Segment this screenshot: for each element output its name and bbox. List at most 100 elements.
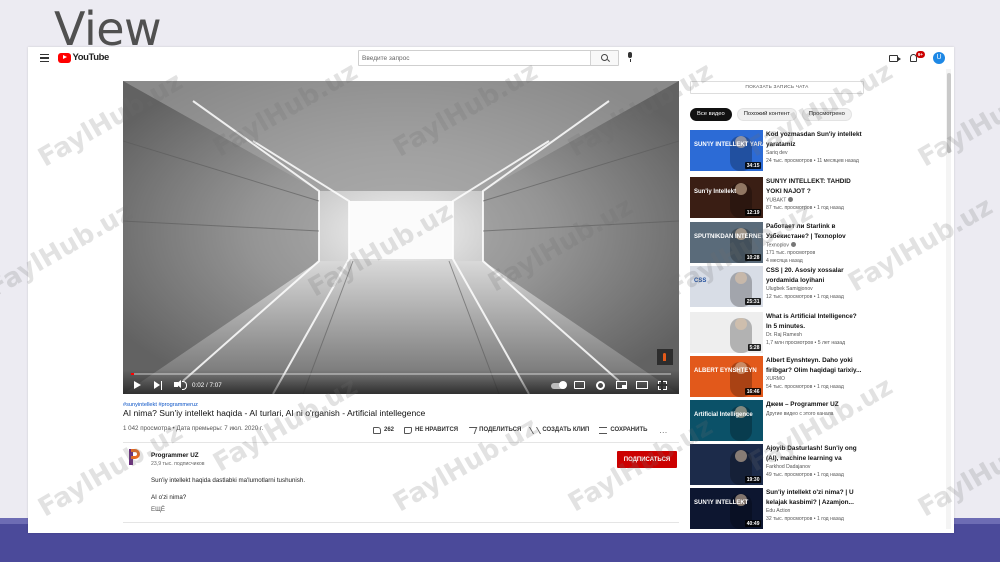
youtube-logo[interactable]: YouTube [58, 52, 109, 63]
thumbnail-text: SUN'IY INTELLEKT [694, 500, 749, 506]
recommendation-item[interactable]: CSS 25:31 CSS | 20. Asosiy xossalar yordam… [690, 266, 870, 308]
save-button[interactable]: СОХРАНИТЬ [599, 426, 648, 434]
youtube-window: YouTube 9+ U [28, 47, 954, 533]
duration-badge: 12:19 [745, 209, 761, 216]
player-controls: 0:02 / 7:07 [123, 370, 679, 394]
chip-watched[interactable]: Просмотрено [801, 108, 852, 121]
duration-badge: 34:15 [745, 162, 761, 169]
masthead: YouTube 9+ U [28, 47, 954, 69]
share-button[interactable]: ПОДЕЛИТЬСЯ [466, 426, 522, 434]
menu-icon[interactable] [40, 54, 49, 62]
recommendation-title: Kod yozmasdan Sun'iy intellekt yaratamiz [766, 131, 862, 148]
recommendation-meta: 171 тыс. просмотров [766, 250, 816, 256]
verified-icon [790, 242, 796, 247]
recommendation-title: Работает ли Starlink в Узбекистане? | Te… [766, 223, 846, 240]
recommendation-item[interactable]: 19:30 Ajoyib Dasturlash! Sun'iy ong (AI),… [690, 444, 870, 486]
thumbs-down-icon [404, 426, 413, 434]
recommendation-channel: Dr. Raj Ramesh [766, 332, 802, 338]
clip-label: СОЗДАТЬ КЛИП [542, 427, 590, 433]
recommendation-item[interactable]: ALBERT EYNSHTEYN 16:46 Albert Eynshteyn. D… [690, 356, 870, 398]
like-button[interactable]: 262 [373, 426, 394, 434]
filter-chips: Все видео Похожий контент Просмотрено [690, 108, 857, 121]
recommendation-channel: Farkhod Dadajanov [766, 464, 811, 470]
thumbnail-text: Artificial Intelligence [694, 412, 753, 418]
video-thumbnail[interactable]: SUN'IY INTELLEKT YARATAMIZ 34:15 [690, 130, 763, 171]
scissors-icon [529, 426, 542, 434]
recommendation-meta-2: 4 месяца назад [766, 258, 803, 264]
channel-watermark-icon[interactable] [657, 349, 673, 365]
more-actions-icon[interactable]: ... [659, 426, 667, 435]
recommendation-item[interactable]: SPUTNIKDAN INTERNET 10:28 Работает ли Star… [690, 222, 870, 264]
subtitles-icon[interactable] [574, 381, 585, 389]
recommendation-item[interactable]: 5:28 What is Artificial Intelligence? In … [690, 312, 870, 354]
view-count: 1 042 просмотра • Дата премьеры: 7 июл. … [123, 425, 264, 432]
video-thumbnail[interactable]: 5:28 [690, 312, 763, 353]
recommendation-meta: 49 тыс. просмотров • 1 год назад [766, 472, 844, 478]
volume-icon[interactable] [174, 380, 187, 390]
chip-all-videos[interactable]: Все видео [690, 108, 732, 121]
recommendation-title: Sun'iy intellekt o'zi nima? | U kelajak … [766, 489, 854, 506]
play-icon[interactable] [134, 381, 141, 389]
progress-bar[interactable] [131, 373, 671, 375]
search-icon[interactable] [590, 51, 618, 65]
channel-name[interactable]: Programmer UZ [151, 452, 199, 459]
recommendation-title: CSS | 20. Asosiy xossalar yordamida loyi… [766, 267, 844, 284]
dislike-button[interactable]: НЕ НРАВИТСЯ [404, 426, 458, 434]
recommendation-item[interactable]: Sun'iy Intellekt 12:19 SUN'IY INTELLEKT: T… [690, 177, 870, 219]
recommendation-item[interactable]: SUN'IY INTELLEKT YARATAMIZ 34:15 Kod yozma… [690, 130, 870, 172]
recommendation-meta: 1,7 млн просмотров • 5 лет назад [766, 340, 846, 346]
subscribe-button[interactable]: ПОДПИСАТЬСЯ [617, 451, 677, 468]
search-input[interactable] [359, 51, 590, 65]
thumbs-up-icon [373, 426, 381, 434]
channel-avatar[interactable] [127, 449, 141, 465]
thumbnail-text: ALBERT EYNSHTEYN [694, 368, 757, 374]
video-thumbnail[interactable]: CSS 25:31 [690, 266, 763, 307]
description-line-1: Sun'iy intellekt haqida dastlabki ma'lum… [151, 477, 306, 484]
share-label: ПОДЕЛИТЬСЯ [479, 427, 522, 433]
autoplay-toggle[interactable] [551, 381, 567, 389]
chip-related[interactable]: Похожий контент [736, 108, 797, 121]
duration-badge: 25:31 [745, 298, 761, 305]
video-thumbnail[interactable]: 19:30 [690, 444, 763, 485]
recommendation-channel: Ulugbek Samigjonov [766, 286, 813, 292]
recommendation-channel: Texnoplov [766, 242, 796, 249]
miniplayer-icon[interactable] [616, 381, 627, 389]
search-box [358, 50, 619, 66]
clip-button[interactable]: СОЗДАТЬ КЛИП [529, 426, 590, 434]
divider [123, 522, 679, 523]
scrollbar[interactable] [946, 69, 951, 529]
playlist-add-icon [599, 426, 608, 434]
video-thumbnail[interactable]: SPUTNIKDAN INTERNET 10:28 [690, 222, 763, 263]
show-chat-replay-button[interactable]: ПОКАЗАТЬ ЗАПИСЬ ЧАТА [690, 81, 864, 94]
recommendation-meta: 32 тыс. просмотров • 1 год назад [766, 516, 844, 522]
video-thumbnail[interactable]: SUN'IY INTELLEKT 40:49 [690, 488, 763, 529]
thumbnail-text: Sun'iy Intellekt [694, 189, 736, 195]
video-thumbnail[interactable]: ALBERT EYNSHTEYN 16:46 [690, 356, 763, 397]
theater-mode-icon[interactable] [636, 381, 648, 389]
recommendation-title: Albert Eynshteyn. Daho yoki firibgar? Ol… [766, 357, 862, 374]
video-player[interactable]: 0:02 / 7:07 [123, 81, 679, 394]
next-icon[interactable] [154, 381, 163, 390]
microphone-icon[interactable] [628, 52, 632, 62]
subscriber-count: 23,9 тыс. подписчиков [151, 461, 205, 467]
time-display: 0:02 / 7:07 [192, 382, 222, 389]
share-icon [466, 426, 478, 434]
recommendation-channel: Edu Action [766, 508, 791, 514]
recommendation-title: Ajoyib Dasturlash! Sun'iy ong (AI), mach… [766, 445, 857, 462]
logo-text: YouTube [72, 52, 110, 63]
recommendation-channel: YUBAKT [766, 197, 794, 204]
video-thumbnail[interactable]: Sun'iy Intellekt 12:19 [690, 177, 763, 218]
recommendation-item[interactable]: Artificial Intelligence Джем – Programmer… [690, 400, 870, 442]
duration-badge: 5:28 [747, 344, 761, 351]
recommendation-item[interactable]: SUN'IY INTELLEKT 40:49 Sun'iy intellekt o'… [690, 488, 870, 530]
avatar[interactable]: U [933, 52, 945, 64]
youtube-play-icon [58, 52, 71, 63]
fullscreen-icon[interactable] [657, 380, 667, 390]
thumbnail-text: CSS [694, 278, 706, 284]
show-more-link[interactable]: ЕЩЁ [151, 506, 165, 513]
create-video-icon[interactable] [889, 55, 901, 62]
video-frame [123, 81, 679, 394]
settings-gear-icon[interactable] [596, 381, 605, 390]
video-thumbnail[interactable]: Artificial Intelligence [690, 400, 763, 441]
save-label: СОХРАНИТЬ [610, 427, 648, 433]
